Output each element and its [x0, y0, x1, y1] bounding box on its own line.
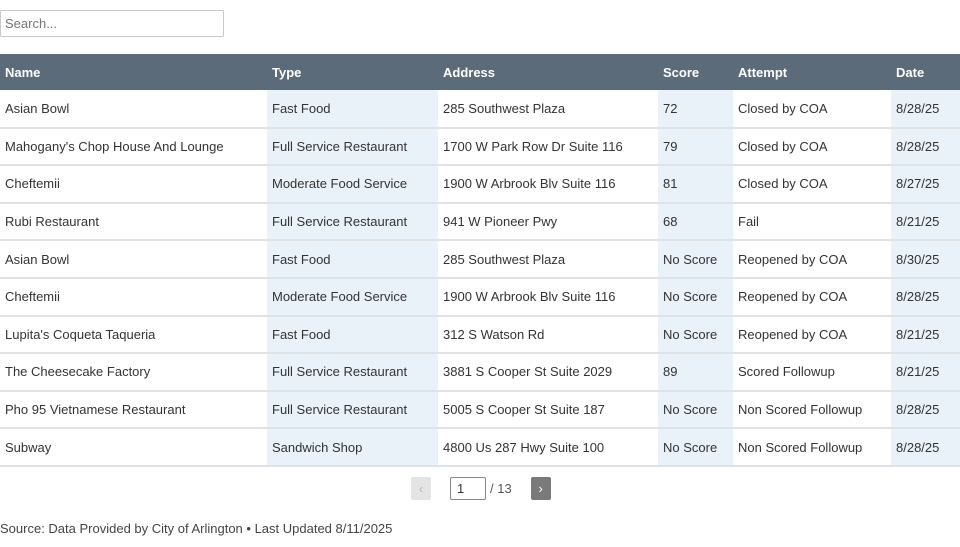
cell-date: 8/21/25: [891, 315, 960, 355]
table-row: Cheftemii Moderate Food Service 1900 W Arb…: [0, 277, 960, 317]
cell-attempt: Non Scored Followup: [733, 390, 891, 430]
cell-address: 5005 S Cooper St Suite 187: [438, 390, 658, 430]
table-row: Subway Sandwich Shop 4800 Us 287 Hwy Suite…: [0, 428, 960, 467]
cell-name: Subway: [0, 428, 267, 467]
table-row: Lupita's Coqueta Taqueria Fast Food 312 S …: [0, 315, 960, 355]
page-number-input[interactable]: [450, 477, 486, 500]
cell-score: No Score: [658, 390, 733, 430]
cell-address: 1900 W Arbrook Blv Suite 116: [438, 165, 658, 204]
cell-date: 8/30/25: [891, 240, 960, 279]
cell-date: 8/28/25: [891, 127, 960, 167]
cell-score: 81: [658, 165, 733, 204]
cell-attempt: Closed by COA: [733, 165, 891, 204]
cell-type: Moderate Food Service: [267, 277, 438, 317]
page-total-label: / 13: [490, 481, 512, 496]
cell-name: Rubi Restaurant: [0, 202, 267, 242]
chevron-right-icon: ›: [538, 481, 543, 496]
cell-date: 8/28/25: [891, 90, 960, 129]
cell-date: 8/28/25: [891, 390, 960, 430]
cell-name: Mahogany's Chop House And Lounge: [0, 127, 267, 167]
column-header-name[interactable]: Name: [0, 54, 267, 90]
cell-address: 1900 W Arbrook Blv Suite 116: [438, 277, 658, 317]
column-header-type[interactable]: Type: [267, 54, 438, 90]
cell-name: Asian Bowl: [0, 90, 267, 129]
cell-type: Sandwich Shop: [267, 428, 438, 467]
chevron-left-icon: ‹: [418, 481, 424, 496]
cell-name: Cheftemii: [0, 277, 267, 317]
cell-attempt: Fail: [733, 202, 891, 242]
cell-attempt: Closed by COA: [733, 90, 891, 129]
cell-date: 8/21/25: [891, 353, 960, 392]
cell-attempt: Reopened by COA: [733, 240, 891, 279]
cell-attempt: Non Scored Followup: [733, 428, 891, 467]
table-row: The Cheesecake Factory Full Service Resta…: [0, 353, 960, 392]
cell-address: 941 W Pioneer Pwy: [438, 202, 658, 242]
cell-date: 8/27/25: [891, 165, 960, 204]
cell-name: Lupita's Coqueta Taqueria: [0, 315, 267, 355]
table-header-row: Name Type Address Score Attempt Date: [0, 54, 960, 90]
prev-page-button[interactable]: ‹: [411, 477, 431, 500]
cell-score: 79: [658, 127, 733, 167]
table-row: Asian Bowl Fast Food 285 Southwest Plaza 72…: [0, 90, 960, 129]
column-header-address[interactable]: Address: [438, 54, 658, 90]
table-row: Asian Bowl Fast Food 285 Southwest Plaza No…: [0, 240, 960, 279]
cell-type: Fast Food: [267, 240, 438, 279]
cell-address: 285 Southwest Plaza: [438, 90, 658, 129]
cell-date: 8/28/25: [891, 428, 960, 467]
cell-score: 89: [658, 353, 733, 392]
table-row: Rubi Restaurant Full Service Restaurant 94…: [0, 202, 960, 242]
cell-attempt: Scored Followup: [733, 353, 891, 392]
next-page-button[interactable]: ›: [530, 477, 551, 500]
cell-score: No Score: [658, 277, 733, 317]
source-note: Source: Data Provided by City of Arlingt…: [0, 521, 393, 536]
cell-attempt: Reopened by COA: [733, 315, 891, 355]
cell-address: 1700 W Park Row Dr Suite 116: [438, 127, 658, 167]
column-header-date[interactable]: Date: [891, 54, 960, 90]
cell-type: Full Service Restaurant: [267, 353, 438, 392]
cell-date: 8/28/25: [891, 277, 960, 317]
cell-address: 3881 S Cooper St Suite 2029: [438, 353, 658, 392]
cell-name: Asian Bowl: [0, 240, 267, 279]
cell-score: 72: [658, 90, 733, 129]
cell-score: 68: [658, 202, 733, 242]
cell-name: Cheftemii: [0, 165, 267, 204]
cell-address: 4800 Us 287 Hwy Suite 100: [438, 428, 658, 467]
search-input[interactable]: [0, 10, 224, 37]
cell-name: Pho 95 Vietnamese Restaurant: [0, 390, 267, 430]
cell-address: 285 Southwest Plaza: [438, 240, 658, 279]
table-row: Cheftemii Moderate Food Service 1900 W Arb…: [0, 165, 960, 204]
inspection-table: Name Type Address Score Attempt Date Asi…: [0, 54, 960, 467]
cell-type: Full Service Restaurant: [267, 127, 438, 167]
cell-address: 312 S Watson Rd: [438, 315, 658, 355]
cell-score: No Score: [658, 315, 733, 355]
cell-score: No Score: [658, 240, 733, 279]
cell-date: 8/21/25: [891, 202, 960, 242]
column-header-score[interactable]: Score: [658, 54, 733, 90]
cell-type: Fast Food: [267, 315, 438, 355]
cell-type: Full Service Restaurant: [267, 202, 438, 242]
cell-type: Full Service Restaurant: [267, 390, 438, 430]
cell-attempt: Closed by COA: [733, 127, 891, 167]
cell-attempt: Reopened by COA: [733, 277, 891, 317]
cell-score: No Score: [658, 428, 733, 467]
table-row: Pho 95 Vietnamese Restaurant Full Service…: [0, 390, 960, 430]
cell-type: Fast Food: [267, 90, 438, 129]
table-row: Mahogany's Chop House And Lounge Full Ser…: [0, 127, 960, 167]
cell-type: Moderate Food Service: [267, 165, 438, 204]
column-header-attempt[interactable]: Attempt: [733, 54, 891, 90]
pagination: ‹ / 13 ›: [411, 477, 551, 500]
cell-name: The Cheesecake Factory: [0, 353, 267, 392]
